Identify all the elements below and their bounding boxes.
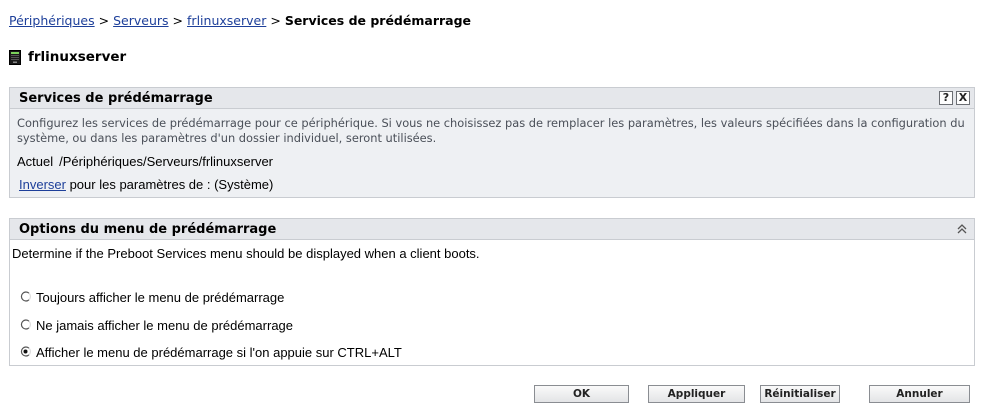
panel-header: Options du menu de prédémarrage — [10, 219, 974, 240]
invert-suffix: pour les paramètres de : (Système) — [65, 177, 274, 192]
panel-description: Configurez les services de prédémarrage … — [17, 116, 965, 145]
radio-option-always[interactable]: Toujours afficher le menu de prédémarrag… — [20, 288, 284, 306]
double-chevron-up-icon[interactable] — [955, 222, 969, 236]
breadcrumb: Périphériques > Serveurs > frlinuxserver > Ser… — [9, 13, 471, 28]
device-title: frlinuxserver — [9, 47, 126, 67]
radio-label: Toujours afficher le menu de prédémarrag… — [36, 289, 285, 305]
panel-header: Services de prédémarrage ? X — [10, 88, 974, 109]
current-path: /Périphériques/Serveurs/frlinuxserver — [59, 154, 274, 169]
preboot-services-panel: Services de prédémarrage ? X Configurez … — [9, 87, 975, 198]
ok-button[interactable]: OK — [534, 385, 629, 403]
panel-title: Services de prédémarrage — [19, 90, 213, 106]
breadcrumb-current: Services de prédémarrage — [284, 13, 472, 28]
radio-button[interactable] — [20, 290, 31, 302]
breadcrumb-link-frlinuxserver[interactable]: frlinuxserver — [187, 13, 266, 28]
breadcrumb-link-peripheriques[interactable]: Périphériques — [9, 13, 95, 28]
close-icon[interactable]: X — [956, 91, 970, 105]
current-settings-line: Actuel/Périphériques/Serveurs/frlinuxser… — [17, 154, 273, 169]
radio-label: Ne jamais afficher le menu de prédémarra… — [36, 317, 294, 333]
menu-options-panel: Options du menu de prédémarrage Determin… — [9, 218, 975, 366]
reset-button[interactable]: Réinitialiser — [760, 385, 840, 403]
server-icon — [9, 49, 21, 65]
menu-description: Determine if the Preboot Services menu s… — [12, 246, 480, 261]
breadcrumb-separator: > — [172, 13, 184, 28]
invert-line: Inverser pour les paramètres de : (Systè… — [19, 177, 273, 192]
radio-button[interactable] — [20, 318, 31, 330]
radio-option-ctrl-alt[interactable]: Afficher le menu de prédémarrage si l'on… — [20, 343, 402, 361]
radio-label: Afficher le menu de prédémarrage si l'on… — [36, 344, 402, 360]
breadcrumb-link-serveurs[interactable]: Serveurs — [113, 13, 168, 28]
help-icon[interactable]: ? — [939, 91, 953, 105]
current-label: Actuel — [17, 154, 54, 169]
breadcrumb-separator: > — [270, 13, 281, 28]
breadcrumb-separator: > — [98, 13, 110, 28]
device-name: frlinuxserver — [28, 49, 127, 65]
apply-button[interactable]: Appliquer — [648, 385, 745, 403]
action-buttons: OK Appliquer Réinitialiser Annuler — [0, 385, 982, 403]
invert-link[interactable]: Inverser — [19, 177, 66, 192]
cancel-button[interactable]: Annuler — [869, 385, 970, 403]
radio-option-never[interactable]: Ne jamais afficher le menu de prédémarra… — [20, 316, 293, 334]
radio-button-selected[interactable] — [20, 345, 31, 357]
panel-title: Options du menu de prédémarrage — [19, 221, 277, 237]
